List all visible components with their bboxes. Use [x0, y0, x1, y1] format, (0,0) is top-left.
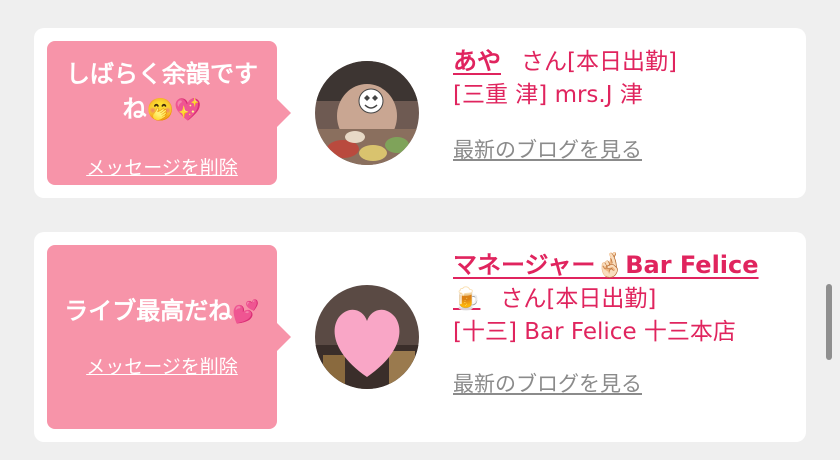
- beer-icon: 🍺: [453, 287, 481, 312]
- emoji-icon: 🤭💖: [146, 98, 202, 123]
- emoji-icon: 💕: [232, 300, 260, 325]
- location-text: [十三] Bar Felice 十三本店: [453, 319, 736, 345]
- avatar-photo-icon: [315, 61, 419, 165]
- message-bubble: しばらく余韻ですね🤭💖 メッセージを削除: [47, 41, 291, 185]
- cast-info: マネージャー🤞🏻Bar Felice 🍺 さん[本日出勤] [十三] Bar Fe…: [453, 249, 759, 401]
- name-line: マネージャー🤞🏻Bar Felice: [453, 249, 759, 283]
- avatar[interactable]: [315, 61, 419, 165]
- status-text: さん[本日出勤]: [500, 286, 657, 312]
- delete-message-link[interactable]: メッセージを削除: [86, 352, 238, 379]
- message-text: ライブ最高だね💕: [64, 297, 260, 325]
- message-card: ライブ最高だね💕 メッセージを削除 マネージャー🤞🏻Bar Felice 🍺 さん…: [34, 232, 806, 442]
- message-bubble: ライブ最高だね💕 メッセージを削除: [47, 245, 291, 429]
- view-blog-link[interactable]: 最新のブログを見る: [453, 134, 642, 167]
- scrollbar[interactable]: [826, 284, 832, 360]
- message-text: しばらく余韻ですね🤭💖: [66, 60, 258, 123]
- location-text: [三重 津] mrs.J 津: [453, 82, 643, 108]
- cast-info: あや さん[本日出勤] [三重 津] mrs.J 津 最新のブログを見る: [453, 45, 677, 167]
- delete-message-link[interactable]: メッセージを削除: [86, 153, 238, 180]
- name-line: あや さん[本日出勤]: [453, 45, 677, 79]
- avatar[interactable]: [315, 285, 419, 389]
- status-line: 🍺 さん[本日出勤]: [453, 283, 759, 316]
- status-text: さん[本日出勤]: [521, 49, 677, 75]
- cast-name-link[interactable]: マネージャー🤞🏻Bar Felice: [453, 251, 759, 279]
- view-blog-link[interactable]: 最新のブログを見る: [453, 368, 642, 401]
- cast-name-link[interactable]: あや: [453, 47, 501, 75]
- avatar-photo-icon: [315, 285, 419, 389]
- message-card: しばらく余韻ですね🤭💖 メッセージを削除 あや さん[本日出勤] [三重 津] m…: [34, 28, 806, 198]
